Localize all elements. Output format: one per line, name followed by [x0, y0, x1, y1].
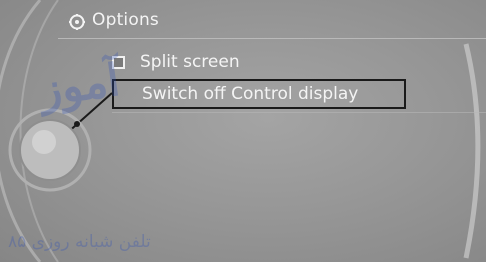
- menu-divider: [112, 112, 486, 113]
- switch-off-display-label: Switch off Control display: [142, 84, 359, 104]
- title-divider: [58, 38, 486, 39]
- control-display-screen: Options Split screen Switch off Control …: [0, 0, 486, 262]
- split-screen-label: Split screen: [140, 52, 240, 72]
- options-gear-icon: [69, 14, 85, 30]
- menu-item-switch-off-display[interactable]: Switch off Control display: [112, 79, 406, 109]
- page-title: Options: [92, 10, 159, 30]
- controller-knob-highlight: [32, 130, 56, 154]
- title-bar: Options: [50, 8, 486, 36]
- pointer-dot: [74, 121, 80, 127]
- right-edge-arc: [463, 43, 481, 259]
- controller-graphic: [0, 0, 481, 262]
- watermark-footer: تلفن شبانه روزی ۸۵: [8, 232, 151, 252]
